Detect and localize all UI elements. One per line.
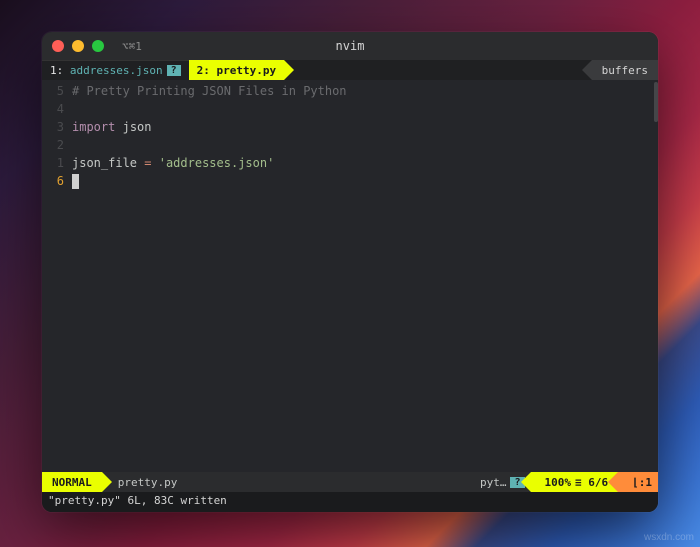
buffer-tab-pretty[interactable]: 2: pretty.py	[189, 60, 284, 80]
code-keyword: import	[72, 120, 115, 134]
filetype-label: pyt…	[480, 476, 507, 489]
window-title: nvim	[336, 39, 365, 53]
buffer-name: pretty.py	[217, 64, 277, 77]
buffer-flag-icon: ?	[167, 65, 181, 76]
close-icon[interactable]	[52, 40, 64, 52]
line-number: 3	[42, 118, 64, 136]
status-filename: pretty.py	[102, 472, 186, 492]
minimize-icon[interactable]	[72, 40, 84, 52]
command-line[interactable]: "pretty.py" 6L, 83C written	[42, 492, 658, 512]
code-content[interactable]: # Pretty Printing JSON Files in Python i…	[72, 82, 658, 472]
buffer-number: 1:	[50, 64, 63, 77]
watermark: wsxdn.com	[644, 532, 694, 543]
line-count: ≡ 6/6	[575, 476, 608, 489]
line-number: 5	[42, 82, 64, 100]
line-number-gutter: 5 4 3 2 1 6	[42, 82, 72, 472]
position-segment: ⌊:1	[618, 472, 658, 492]
maximize-icon[interactable]	[92, 40, 104, 52]
buffer-tab-addresses[interactable]: 1: addresses.json ?	[42, 60, 189, 80]
scrollbar[interactable]	[654, 82, 658, 122]
percent-value: 100%	[545, 476, 572, 489]
percent-segment: 100% ≡ 6/6	[531, 472, 619, 492]
code-string: 'addresses.json'	[159, 156, 275, 170]
line-number: 1	[42, 154, 64, 172]
buffer-tabline: 1: addresses.json ? 2: pretty.py buffers	[42, 60, 658, 80]
buffer-name: addresses.json	[70, 64, 163, 77]
titlebar[interactable]: ⌥⌘1 nvim	[42, 32, 658, 60]
traffic-lights	[52, 40, 104, 52]
buffer-number: 2:	[197, 64, 210, 77]
current-line-number: 6	[42, 172, 64, 190]
code-op: =	[144, 156, 151, 170]
tab-indicator: ⌥⌘1	[122, 40, 142, 53]
mode-indicator: NORMAL	[42, 472, 102, 492]
editor-area[interactable]: 5 4 3 2 1 6 # Pretty Printing JSON Files…	[42, 80, 658, 472]
code-comment: # Pretty Printing JSON Files in Python	[72, 84, 347, 98]
cursor-icon	[72, 174, 79, 189]
terminal-window: ⌥⌘1 nvim 1: addresses.json ? 2: pretty.p…	[42, 32, 658, 512]
line-number: 4	[42, 100, 64, 118]
buffers-label: buffers	[592, 60, 658, 80]
code-var: json_file	[72, 156, 137, 170]
code-module: json	[123, 120, 152, 134]
status-line: NORMAL pretty.py pyt… ? 100% ≡ 6/6 ⌊:1	[42, 472, 658, 492]
line-number: 2	[42, 136, 64, 154]
